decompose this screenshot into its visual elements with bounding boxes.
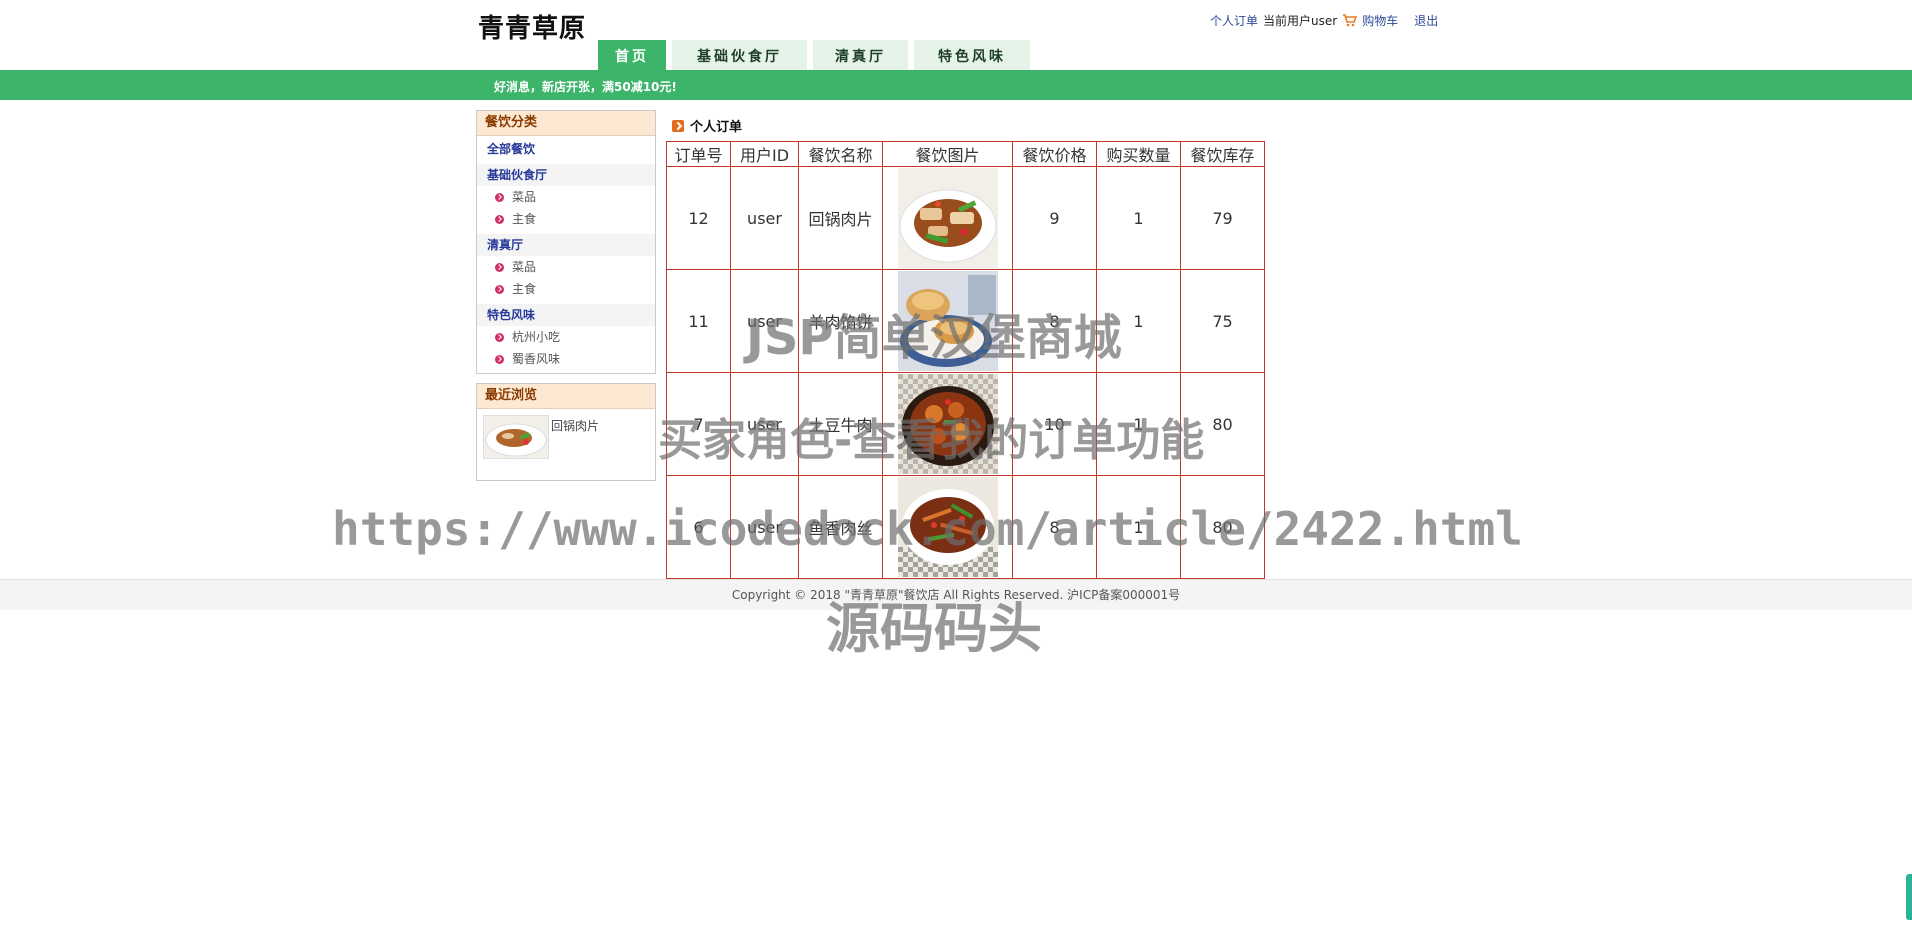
category-sub-label: 菜品: [512, 190, 537, 204]
category-sub-label: 蜀香风味: [512, 352, 561, 366]
price-cell: 10: [1012, 372, 1097, 476]
food-image-cell: [882, 269, 1013, 373]
category-sub-label: 菜品: [512, 260, 537, 274]
category-all[interactable]: 全部餐饮: [477, 138, 655, 160]
table-row: 7 user 土豆牛肉 10 1 80: [666, 372, 1265, 476]
stock-cell: 80: [1180, 475, 1265, 579]
page-footer: Copyright © 2018 "青青草原"餐饮店 All Rights Re…: [0, 579, 1912, 610]
stock-cell: 79: [1180, 166, 1265, 270]
quantity-cell: 1: [1096, 372, 1181, 476]
col-user-id: 用户ID: [730, 141, 799, 167]
arrow-bullet-icon: [495, 214, 504, 224]
arrow-bullet-icon: [495, 262, 504, 272]
orders-table: 订单号 用户ID 餐饮名称 餐饮图片 餐饮价格 购买数量 餐饮库存 12 use…: [666, 141, 1265, 579]
category-panel: 餐饮分类 全部餐饮 基础伙食厅 菜品 主食 清真厅 菜品 主食 特色风味 杭州小…: [476, 110, 656, 374]
order-id-cell: 11: [666, 269, 731, 373]
food-image[interactable]: [897, 271, 998, 371]
col-food-name: 餐饮名称: [798, 141, 883, 167]
food-name-cell: 回锅肉片: [798, 166, 883, 270]
category-halal-staple[interactable]: 主食: [477, 278, 655, 300]
category-halal-dishes[interactable]: 菜品: [477, 256, 655, 278]
tab-basic-hall[interactable]: 基础伙食厅: [672, 40, 807, 70]
price-cell: 8: [1012, 475, 1097, 579]
category-panel-title: 餐饮分类: [477, 111, 655, 136]
user-id-cell: user: [730, 475, 799, 579]
tab-halal-hall[interactable]: 清真厅: [813, 40, 908, 70]
arrow-bullet-icon: [495, 284, 504, 294]
category-sub-label: 杭州小吃: [512, 330, 561, 344]
cart-link[interactable]: 购物车: [1362, 12, 1398, 29]
food-image-cell: [882, 166, 1013, 270]
recent-food-image[interactable]: [483, 415, 549, 459]
user-id-cell: user: [730, 166, 799, 270]
category-basic-dishes[interactable]: 菜品: [477, 186, 655, 208]
logout-link[interactable]: 退出: [1414, 12, 1438, 29]
arrow-right-icon: [672, 119, 684, 132]
recent-panel-title: 最近浏览: [477, 384, 655, 409]
food-image[interactable]: [897, 477, 998, 577]
category-sub-label: 主食: [512, 212, 537, 226]
order-id-cell: 6: [666, 475, 731, 579]
site-logo[interactable]: 青青草原: [478, 8, 586, 45]
recent-food-name[interactable]: 回锅肉片: [551, 417, 599, 459]
quantity-cell: 1: [1096, 475, 1181, 579]
food-name-cell: 羊肉馅饼: [798, 269, 883, 373]
order-id-cell: 12: [666, 166, 731, 270]
quantity-cell: 1: [1096, 166, 1181, 270]
arrow-bullet-icon: [495, 354, 504, 364]
col-quantity: 购买数量: [1096, 141, 1181, 167]
category-basic-hall[interactable]: 基础伙食厅: [477, 164, 655, 186]
table-header-row: 订单号 用户ID 餐饮名称 餐饮图片 餐饮价格 购买数量 餐饮库存: [666, 141, 1265, 167]
footer-copyright: Copyright © 2018 "青青草原"餐饮店 All Rights Re…: [731, 588, 1181, 602]
quantity-cell: 1: [1096, 269, 1181, 373]
food-image[interactable]: [897, 374, 998, 474]
col-food-image: 餐饮图片: [882, 141, 1013, 167]
promo-banner: 好消息，新店开张，满50减10元!: [0, 70, 1912, 100]
food-image[interactable]: [897, 168, 998, 268]
promo-text: 好消息，新店开张，满50减10元!: [494, 80, 677, 94]
food-image-cell: [882, 372, 1013, 476]
top-links: 个人订单 当前用户user 购物车 退出: [1210, 12, 1438, 29]
arrow-bullet-icon: [495, 192, 504, 202]
category-shu-flavor[interactable]: 蜀香风味: [477, 348, 655, 370]
recent-panel: 最近浏览 回锅肉片: [476, 383, 656, 481]
price-cell: 9: [1012, 166, 1097, 270]
col-price: 餐饮价格: [1012, 141, 1097, 167]
recent-item[interactable]: 回锅肉片: [477, 409, 655, 481]
current-user-label: 当前用户user: [1263, 14, 1338, 28]
table-row: 11 user 羊肉馅饼 8 1 75: [666, 269, 1265, 373]
cart-icon[interactable]: [1342, 14, 1358, 27]
arrow-bullet-icon: [495, 332, 504, 342]
side-float-tab[interactable]: [1906, 874, 1912, 920]
category-hangzhou-snacks[interactable]: 杭州小吃: [477, 326, 655, 348]
table-row: 12 user 回锅肉片 9 1 79: [666, 166, 1265, 270]
category-special-flavor[interactable]: 特色风味: [477, 304, 655, 326]
section-header: 个人订单: [672, 116, 742, 135]
food-name-cell: 土豆牛肉: [798, 372, 883, 476]
category-halal-hall[interactable]: 清真厅: [477, 234, 655, 256]
main-nav: 首页 基础伙食厅 清真厅 特色风味: [598, 40, 1030, 70]
category-sub-label: 主食: [512, 282, 537, 296]
stock-cell: 80: [1180, 372, 1265, 476]
price-cell: 8: [1012, 269, 1097, 373]
food-name-cell: 鱼香肉丝: [798, 475, 883, 579]
category-basic-staple[interactable]: 主食: [477, 208, 655, 230]
my-orders-link[interactable]: 个人订单: [1210, 12, 1258, 29]
tab-special-flavor[interactable]: 特色风味: [914, 40, 1030, 70]
user-id-cell: user: [730, 372, 799, 476]
order-id-cell: 7: [666, 372, 731, 476]
food-image-cell: [882, 475, 1013, 579]
section-title: 个人订单: [690, 120, 743, 135]
col-order-id: 订单号: [666, 141, 731, 167]
stock-cell: 75: [1180, 269, 1265, 373]
col-stock: 餐饮库存: [1180, 141, 1265, 167]
user-id-cell: user: [730, 269, 799, 373]
table-row: 6 user 鱼香肉丝 8 1 80: [666, 475, 1265, 579]
tab-home[interactable]: 首页: [598, 40, 666, 70]
